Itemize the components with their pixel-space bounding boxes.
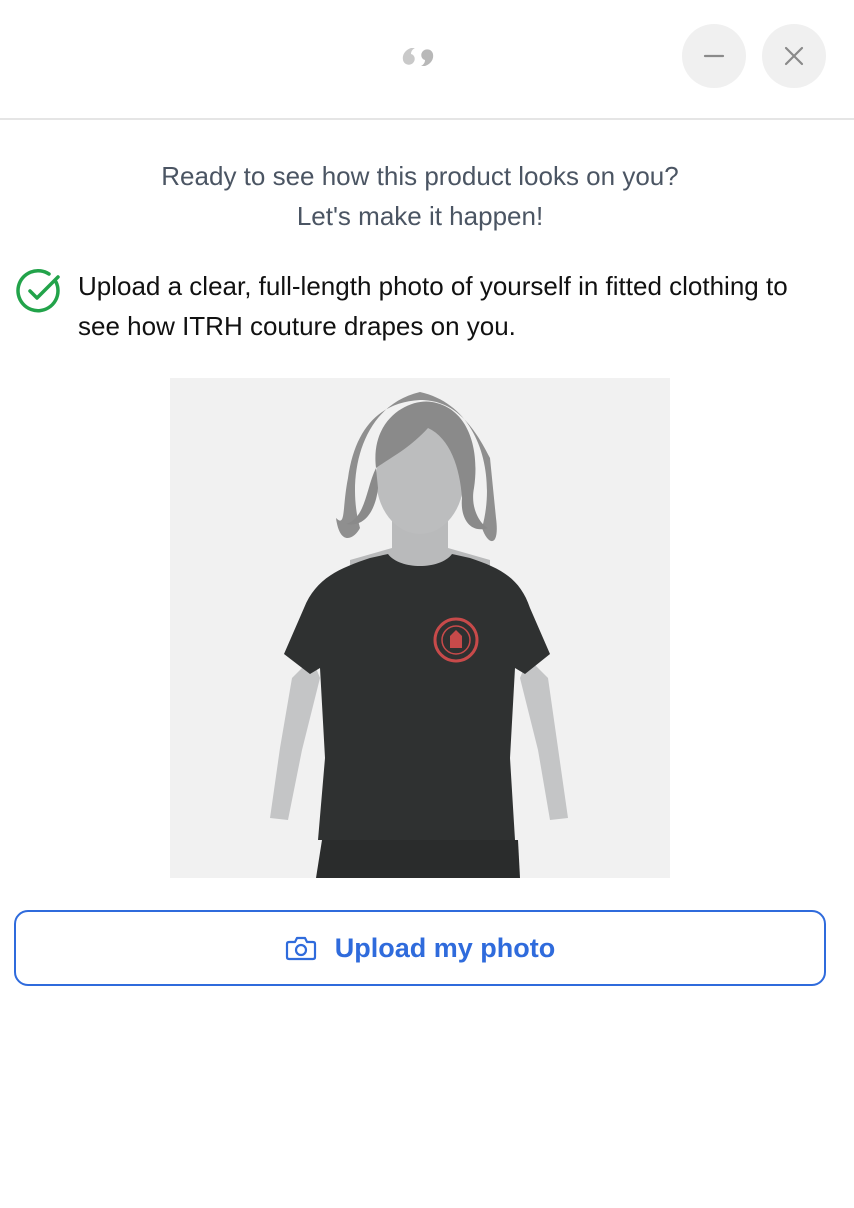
intro-line-1: Ready to see how this product looks on y… — [161, 161, 679, 191]
intro-text: Ready to see how this product looks on y… — [0, 156, 840, 236]
photo-tip: Upload a clear, full-length photo of you… — [16, 266, 816, 346]
minus-icon — [703, 54, 725, 58]
intro-line-2: Let's make it happen! — [296, 201, 544, 231]
model-silhouette-illustration — [170, 378, 670, 878]
check-circle-icon — [16, 268, 60, 313]
close-button[interactable] — [762, 24, 826, 88]
close-icon — [784, 46, 804, 66]
minimize-button[interactable] — [682, 24, 746, 88]
tip-text: Upload a clear, full-length photo of you… — [78, 271, 788, 341]
modal-header — [0, 0, 854, 120]
upload-photo-button[interactable]: Upload my photo — [14, 910, 826, 986]
quote-logo-icon — [402, 44, 440, 68]
example-photo — [170, 378, 670, 878]
camera-icon — [285, 936, 316, 961]
upload-button-label: Upload my photo — [334, 932, 556, 963]
